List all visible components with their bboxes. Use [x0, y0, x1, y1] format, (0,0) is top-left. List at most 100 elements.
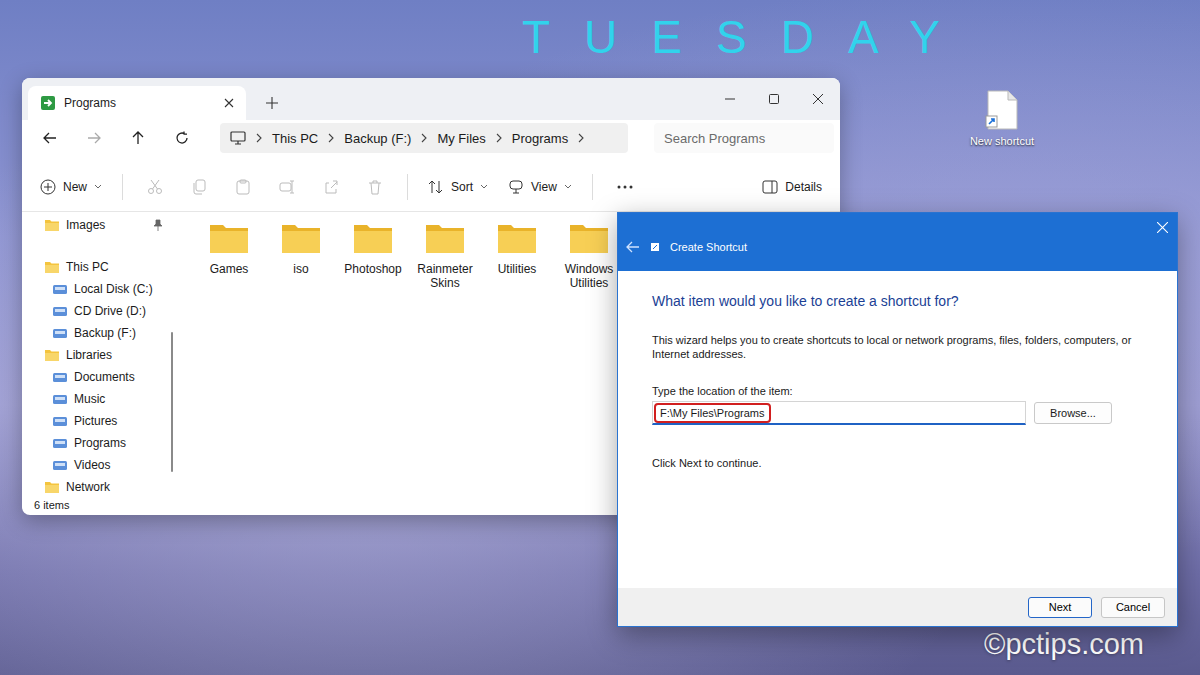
new-button[interactable]: New [32, 174, 110, 200]
folder-name: Utilities [498, 262, 537, 276]
sidebar-item[interactable]: Libraries [22, 344, 177, 366]
scrollbar[interactable] [171, 332, 173, 472]
view-button[interactable]: View [500, 174, 580, 200]
view-label: View [531, 180, 557, 194]
sidebar-label: Libraries [66, 348, 112, 362]
refresh-button[interactable] [162, 123, 202, 153]
create-shortcut-dialog: Create ShortcutWhat item would you like … [617, 212, 1178, 627]
sidebar-item[interactable]: Music [22, 388, 177, 410]
sort-label: Sort [451, 180, 473, 194]
sidebar-label: CD Drive (D:) [74, 304, 146, 318]
breadcrumb-item[interactable]: My Files [437, 131, 485, 146]
sidebar-item[interactable]: Images [22, 214, 177, 236]
chevron-icon [495, 133, 503, 143]
close-icon[interactable] [1157, 222, 1168, 233]
rename-button[interactable] [267, 172, 307, 202]
location-icon [52, 392, 68, 406]
location-icon [52, 370, 68, 384]
command-bar: New Sort View Details [22, 162, 840, 212]
new-label: New [63, 180, 87, 194]
watermark: ©pctips.com [984, 628, 1144, 661]
sidebar-item[interactable]: This PC [22, 256, 177, 278]
day-widget: TUESDAY [522, 12, 974, 63]
location-input[interactable]: F:\My Files\Programs [652, 401, 1026, 425]
sidebar-item[interactable]: CD Drive (D:) [22, 300, 177, 322]
folder-item[interactable]: Photoshop [337, 222, 409, 276]
chevron-icon [255, 133, 263, 143]
scissors-icon [147, 179, 163, 195]
forward-arrow-icon [87, 131, 101, 145]
dialog-footer: Next Cancel [618, 588, 1177, 626]
sidebar-label: Backup (F:) [74, 326, 136, 340]
dialog-heading: What item would you like to create a sho… [652, 293, 1147, 309]
folder-item[interactable]: Rainmeter Skins [409, 222, 481, 290]
copy-icon [191, 179, 207, 195]
dialog-button[interactable]: Cancel [1101, 597, 1165, 618]
delete-button[interactable] [355, 172, 395, 202]
close-button[interactable] [796, 78, 840, 120]
sidebar-item[interactable]: Documents [22, 366, 177, 388]
breadcrumb-item[interactable]: This PC [272, 131, 318, 146]
sidebar-item[interactable]: Local Disk (C:) [22, 278, 177, 300]
breadcrumb-item[interactable]: Backup (F:) [344, 131, 411, 146]
folder-name: Games [210, 262, 249, 276]
desktop: TUESDAY New shortcut Programs This PC Backup… [0, 0, 1200, 675]
dropdown-icon [564, 184, 572, 190]
copy-button[interactable] [179, 172, 219, 202]
close-icon [813, 94, 823, 104]
dialog-button[interactable]: Next [1028, 597, 1092, 618]
sidebar-item[interactable]: Pictures [22, 410, 177, 432]
folder-name: Windows Utilities [555, 262, 623, 290]
folder-icon [44, 348, 60, 362]
sidebar-item[interactable]: Programs [22, 432, 177, 454]
folder-item[interactable]: Games [193, 222, 265, 276]
folder-item[interactable]: Windows Utilities [553, 222, 625, 290]
breadcrumb-item[interactable]: Programs [512, 131, 568, 146]
tab-title: Programs [64, 96, 216, 110]
details-button[interactable]: Details [754, 175, 830, 199]
maximize-button[interactable] [752, 78, 796, 120]
address-bar[interactable]: This PC Backup (F:) My Files Programs [220, 123, 628, 153]
sidebar-item[interactable]: Videos [22, 454, 177, 476]
search-placeholder: Search Programs [664, 131, 765, 146]
folder-icon [44, 480, 60, 494]
chevron-icon [420, 133, 428, 143]
browse-button[interactable]: Browse... [1034, 402, 1112, 424]
back-arrow-icon[interactable] [626, 241, 640, 253]
sidebar-label: Network [66, 480, 110, 494]
desktop-shortcut[interactable]: New shortcut [958, 90, 1046, 147]
paste-button[interactable] [223, 172, 263, 202]
shortcut-arrow-icon [40, 95, 56, 111]
more-button[interactable] [605, 172, 645, 202]
sidebar-label: This PC [66, 260, 109, 274]
monitor-icon [230, 131, 246, 145]
back-arrow-icon [43, 131, 57, 145]
chevron-icon [327, 133, 335, 143]
dropdown-icon [94, 184, 102, 190]
clipboard-icon [235, 179, 251, 195]
location-icon [52, 414, 68, 428]
share-button[interactable] [311, 172, 351, 202]
minimize-button[interactable] [708, 78, 752, 120]
forward-button[interactable] [74, 123, 114, 153]
back-button[interactable] [30, 123, 70, 153]
sidebar-label: Videos [74, 458, 110, 472]
close-tab-icon[interactable] [224, 98, 234, 108]
folder-name: Rainmeter Skins [411, 262, 479, 290]
plus-circle-icon [40, 179, 56, 195]
sidebar-item[interactable]: Backup (F:) [22, 322, 177, 344]
sort-button[interactable]: Sort [420, 174, 496, 200]
sidebar-item[interactable]: Network [22, 476, 177, 495]
new-tab-plus-icon[interactable] [266, 97, 278, 109]
trash-icon [367, 179, 383, 195]
sidebar-label: Local Disk (C:) [74, 282, 153, 296]
sidebar-label: Programs [74, 436, 126, 450]
item-count: 6 items [34, 499, 69, 511]
cut-button[interactable] [135, 172, 175, 202]
folder-item[interactable]: iso [265, 222, 337, 276]
explorer-tab[interactable]: Programs [28, 86, 246, 120]
search-box[interactable]: Search Programs [654, 123, 834, 153]
folder-name: iso [293, 262, 308, 276]
folder-item[interactable]: Utilities [481, 222, 553, 276]
up-button[interactable] [118, 123, 158, 153]
